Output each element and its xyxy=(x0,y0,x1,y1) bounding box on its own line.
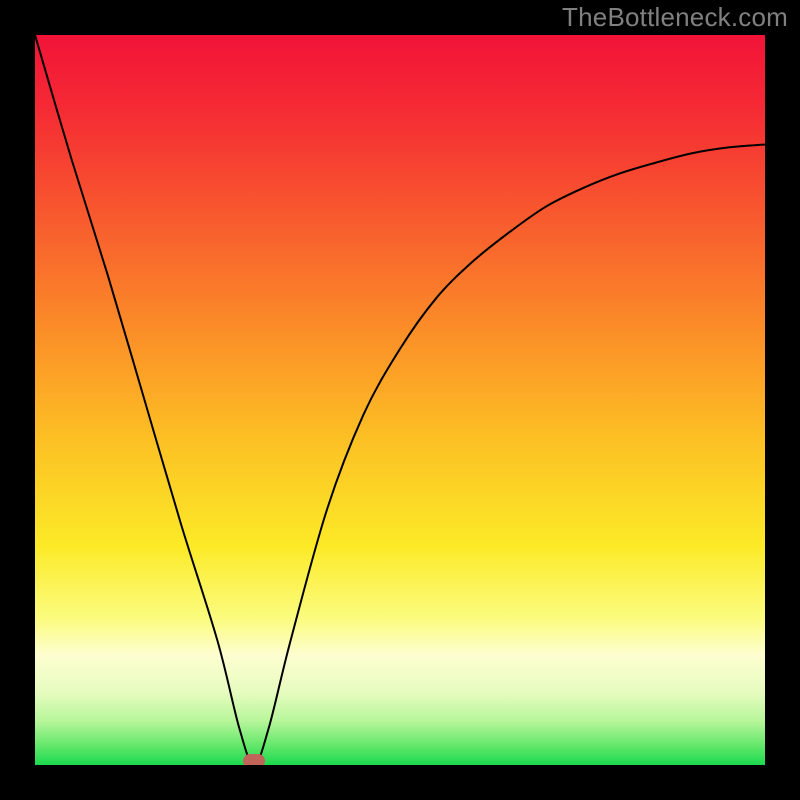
curve-layer xyxy=(35,35,765,765)
optimal-marker xyxy=(243,754,265,765)
plot-area xyxy=(35,35,765,765)
chart-frame: TheBottleneck.com xyxy=(0,0,800,800)
watermark-text: TheBottleneck.com xyxy=(562,2,788,33)
bottleneck-curve xyxy=(35,35,765,765)
